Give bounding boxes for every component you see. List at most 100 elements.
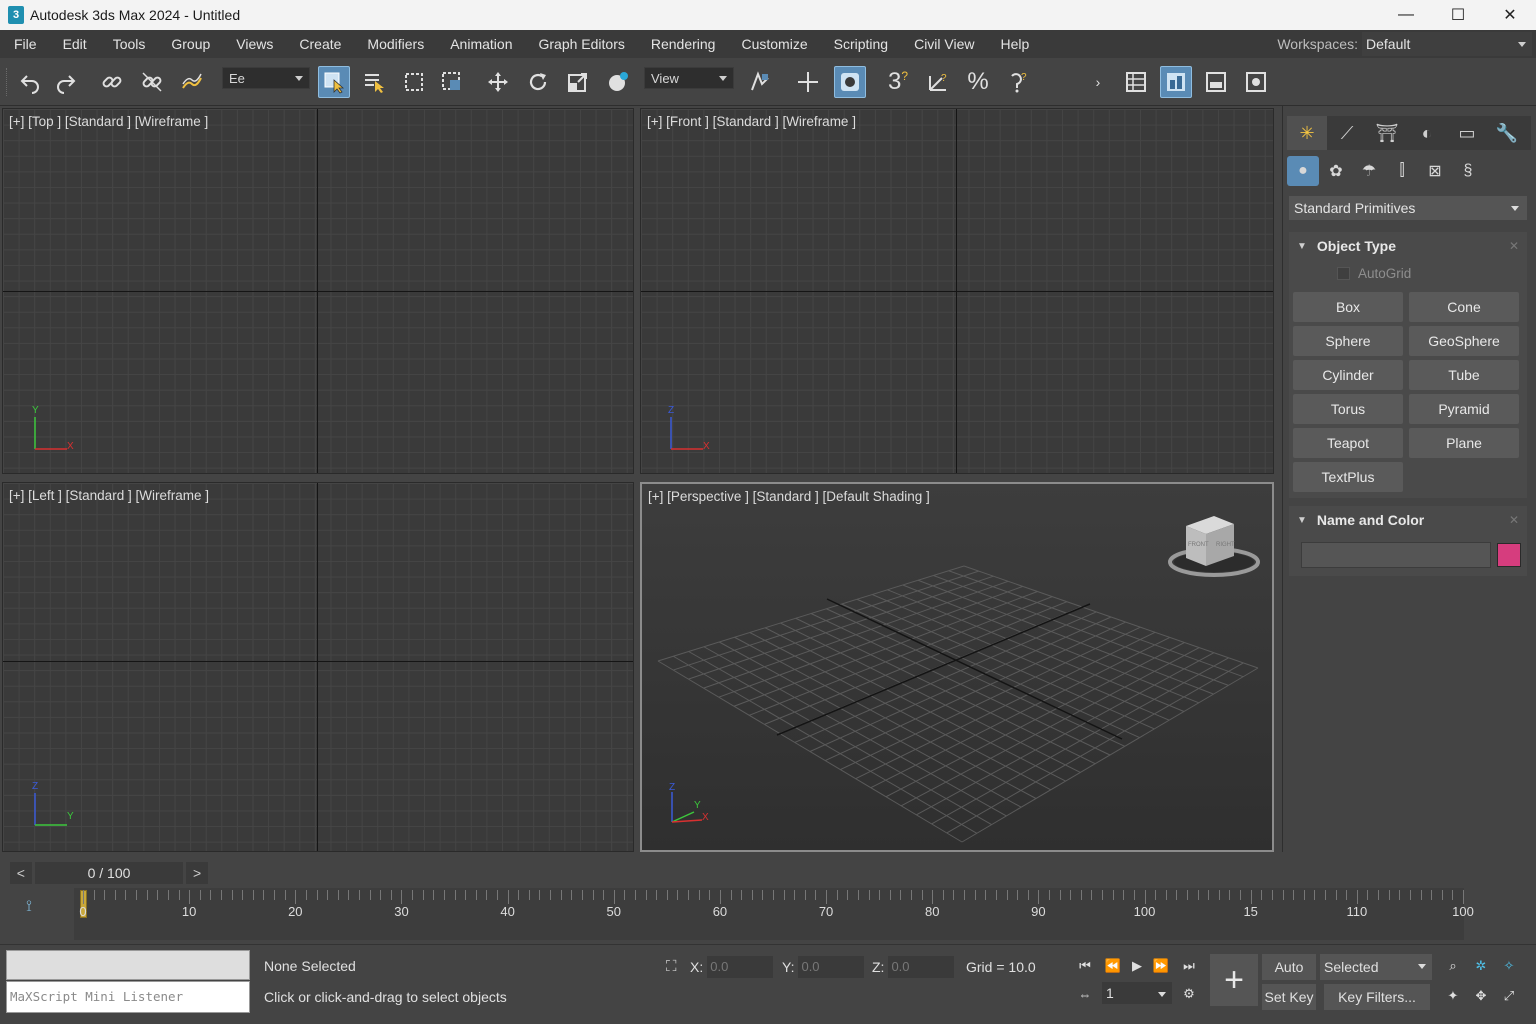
menu-group[interactable]: Group — [158, 30, 223, 58]
motion-tab-icon[interactable]: ◐ — [1407, 116, 1447, 150]
create-tab-icon[interactable]: ✳ — [1287, 116, 1327, 150]
helpers-icon[interactable]: ⊠ — [1419, 156, 1451, 186]
space-warps-icon[interactable]: § — [1452, 156, 1484, 186]
spinner-snap-icon[interactable]: ? — [1002, 66, 1034, 98]
time-configuration-icon[interactable]: ⚙ — [1178, 983, 1200, 1005]
rollout-close-icon[interactable]: ✕ — [1509, 513, 1519, 527]
z-input[interactable]: 0.0 — [888, 956, 955, 978]
menu-civil-view[interactable]: Civil View — [901, 30, 987, 58]
absolute-mode-transform-icon[interactable]: ⛶ — [666, 958, 677, 975]
cylinder-button[interactable]: Cylinder — [1293, 360, 1403, 390]
toolbar-grip[interactable] — [6, 68, 8, 96]
shapes-icon[interactable]: ✿ — [1320, 156, 1352, 186]
maximize-viewport-icon[interactable]: ⤢ — [1498, 985, 1520, 1007]
move-icon[interactable] — [482, 66, 514, 98]
tube-button[interactable]: Tube — [1409, 360, 1519, 390]
box-button[interactable]: Box — [1293, 292, 1403, 322]
object-name-input[interactable] — [1301, 542, 1491, 568]
close-button[interactable]: ✕ — [1484, 0, 1536, 30]
rollout-close-icon[interactable]: ✕ — [1509, 239, 1519, 253]
field-of-view-icon[interactable]: ✦ — [1442, 985, 1464, 1007]
go-to-start-icon[interactable]: ⏮ — [1074, 955, 1096, 977]
menu-edit[interactable]: Edit — [50, 30, 100, 58]
key-filters-button[interactable]: Key Filters... — [1324, 984, 1430, 1010]
orbit-icon[interactable]: ✧ — [1498, 955, 1520, 977]
sphere-button[interactable]: Sphere — [1293, 326, 1403, 356]
material-editor-icon[interactable] — [1200, 66, 1232, 98]
time-slider-value[interactable]: 0 / 100 — [34, 862, 184, 884]
plane-button[interactable]: Plane — [1409, 428, 1519, 458]
y-input[interactable]: 0.0 — [798, 956, 865, 978]
scene-explorer-icon[interactable] — [1120, 66, 1152, 98]
viewport-top[interactable]: [+] [Top ] [Standard ] [Wireframe ] Y X — [2, 108, 634, 474]
scale-icon[interactable] — [562, 66, 594, 98]
go-to-end-icon[interactable]: ⏭ — [1178, 955, 1200, 977]
object-type-header[interactable]: ▼ Object Type ✕ — [1289, 232, 1527, 260]
autogrid-checkbox[interactable]: AutoGrid — [1289, 260, 1527, 286]
geometry-icon[interactable]: ● — [1287, 156, 1319, 186]
link-icon[interactable] — [96, 66, 128, 98]
pyramid-button[interactable]: Pyramid — [1409, 394, 1519, 424]
previous-frame-icon[interactable]: ⏪ — [1102, 955, 1124, 977]
bind-space-warp-icon[interactable] — [176, 66, 208, 98]
set-key-button[interactable]: Set Key — [1262, 984, 1316, 1010]
name-and-color-header[interactable]: ▼ Name and Color ✕ — [1289, 506, 1527, 534]
next-frame-icon[interactable]: ⏩ — [1150, 955, 1172, 977]
primitive-category-dropdown[interactable]: Standard Primitives — [1289, 196, 1527, 220]
rotate-icon[interactable] — [522, 66, 554, 98]
workspaces-dropdown[interactable]: Default — [1362, 32, 1532, 56]
select-by-name-icon[interactable] — [358, 66, 390, 98]
auto-key-button[interactable]: Auto Key — [1262, 954, 1316, 1001]
time-slider-next-button[interactable]: > — [186, 862, 208, 884]
toolbar-overflow-icon[interactable]: › — [1090, 66, 1106, 98]
zoom-all-icon[interactable]: ✲ — [1470, 955, 1492, 977]
teapot-button[interactable]: Teapot — [1293, 428, 1403, 458]
viewport-left[interactable]: [+] [Left ] [Standard ] [Wireframe ] Z Y — [2, 482, 634, 852]
timeline-track[interactable]: 0 10 20 30 40 50 60 70 80 90 100 15 110 100 — [74, 888, 1474, 940]
selection-filter-dropdown[interactable]: Ee — [222, 67, 310, 89]
reference-coordinate-dropdown[interactable]: View — [644, 67, 734, 89]
maxscript-input[interactable]: MaXScript Mini Listener — [6, 981, 250, 1013]
menu-scripting[interactable]: Scripting — [821, 30, 901, 58]
current-frame-field[interactable]: 1 — [1102, 982, 1172, 1004]
minimize-button[interactable]: — — [1380, 0, 1432, 30]
pan-view-icon[interactable]: ✥ — [1470, 985, 1492, 1007]
render-setup-icon[interactable] — [1240, 66, 1272, 98]
menu-tools[interactable]: Tools — [100, 30, 159, 58]
menu-customize[interactable]: Customize — [728, 30, 820, 58]
object-color-swatch[interactable] — [1497, 543, 1521, 567]
angle-snap-icon[interactable]: ? — [922, 66, 954, 98]
cameras-icon[interactable]: ⫿ — [1386, 156, 1418, 186]
menu-file[interactable]: File — [0, 30, 50, 58]
viewport-front[interactable]: [+] [Front ] [Standard ] [Wireframe ] Z … — [640, 108, 1274, 474]
undo-icon[interactable] — [14, 66, 46, 98]
x-input[interactable]: 0.0 — [707, 956, 774, 978]
zoom-icon[interactable]: ⌕ — [1442, 955, 1464, 977]
selected-dropdown[interactable]: Selected — [1320, 954, 1432, 980]
menu-modifiers[interactable]: Modifiers — [354, 30, 437, 58]
lights-icon[interactable]: ☂ — [1353, 156, 1385, 186]
time-slider-prev-button[interactable]: < — [10, 862, 32, 884]
utilities-tab-icon[interactable]: 🔧 — [1487, 116, 1527, 150]
window-crossing-icon[interactable] — [436, 66, 468, 98]
collapse-caret-icon[interactable]: ▼ — [1297, 515, 1307, 526]
modify-tab-icon[interactable]: ⟋ — [1327, 116, 1367, 150]
snaps-toggle-icon[interactable]: 3? — [882, 66, 914, 98]
curve-editor-icon[interactable]: ⟟ — [26, 898, 32, 916]
placement-icon[interactable] — [602, 66, 634, 98]
viewport-perspective[interactable]: [+] [Perspective ] [Standard ] [Default … — [640, 482, 1274, 852]
keyboard-shortcut-override-icon[interactable] — [834, 66, 866, 98]
redo-icon[interactable] — [50, 66, 82, 98]
hierarchy-tab-icon[interactable]: ⛩ — [1367, 116, 1407, 150]
time-slider[interactable]: < 0 / 100 > — [10, 862, 208, 884]
viewport-top-label[interactable]: [+] [Top ] [Standard ] [Wireframe ] — [9, 114, 208, 129]
menu-create[interactable]: Create — [286, 30, 354, 58]
key-mode-toggle-icon[interactable]: ⇔ — [1074, 983, 1096, 1005]
viewport-front-label[interactable]: [+] [Front ] [Standard ] [Wireframe ] — [647, 114, 856, 129]
collapse-caret-icon[interactable]: ▼ — [1297, 241, 1307, 252]
display-tab-icon[interactable]: ▭ — [1447, 116, 1487, 150]
autogrid-checkbox-box[interactable] — [1337, 266, 1350, 280]
cone-button[interactable]: Cone — [1409, 292, 1519, 322]
geosphere-button[interactable]: GeoSphere — [1409, 326, 1519, 356]
rectangular-selection-icon[interactable] — [398, 66, 430, 98]
